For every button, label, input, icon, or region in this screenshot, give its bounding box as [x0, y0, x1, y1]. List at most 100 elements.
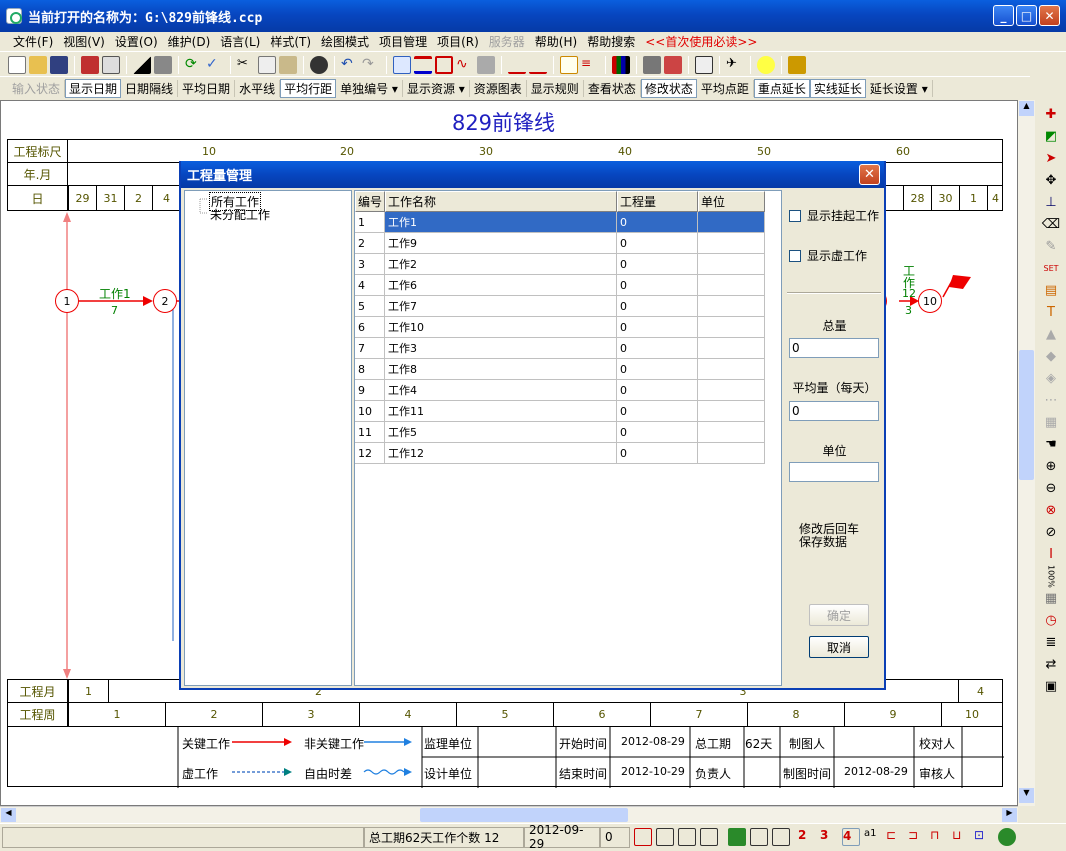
- row-name[interactable]: 工作4: [385, 380, 617, 401]
- menu-read-first[interactable]: <<首次使用必读>>: [640, 33, 762, 50]
- export-icon[interactable]: [81, 55, 99, 74]
- view-network-icon[interactable]: [634, 828, 652, 846]
- a1-icon[interactable]: a1: [864, 828, 882, 846]
- show-date-button[interactable]: 显示日期: [65, 79, 122, 98]
- red-2-icon[interactable]: 2: [798, 828, 816, 846]
- network-view-icon[interactable]: [393, 55, 411, 74]
- pen-icon[interactable]: ✎: [1041, 236, 1061, 256]
- row-id[interactable]: 2: [355, 233, 385, 254]
- network-node[interactable]: 1: [55, 289, 79, 313]
- col-header-name[interactable]: 工作名称: [385, 191, 617, 212]
- row-name[interactable]: 工作9: [385, 233, 617, 254]
- row-quantity[interactable]: 0: [617, 422, 698, 443]
- table-row[interactable]: 11 工作5 0: [355, 422, 765, 443]
- row-unit[interactable]: [698, 338, 765, 359]
- average-row-spacing-button[interactable]: 平均行距: [280, 79, 337, 98]
- row-quantity[interactable]: 0: [617, 443, 698, 464]
- fill-tool-icon[interactable]: [154, 55, 172, 74]
- row-quantity[interactable]: 0: [617, 359, 698, 380]
- row-id[interactable]: 9: [355, 380, 385, 401]
- collapse-icon[interactable]: ⊔: [952, 828, 970, 846]
- row-name[interactable]: 工作5: [385, 422, 617, 443]
- average-point-spacing-button[interactable]: 平均点距: [697, 80, 754, 97]
- row-id[interactable]: 4: [355, 275, 385, 296]
- red-3-icon[interactable]: 3: [820, 828, 838, 846]
- red-4-icon[interactable]: 4: [842, 828, 860, 846]
- curve-icon[interactable]: ∿: [456, 56, 474, 74]
- edit-icon[interactable]: [664, 55, 682, 74]
- show-rules-button[interactable]: 显示规则: [527, 80, 584, 97]
- row-unit[interactable]: [698, 275, 765, 296]
- row-unit[interactable]: [698, 254, 765, 275]
- row-name[interactable]: 工作12: [385, 443, 617, 464]
- scroll-thumb[interactable]: [420, 808, 628, 822]
- row-id[interactable]: 10: [355, 401, 385, 422]
- total-input[interactable]: 0: [789, 338, 879, 358]
- refresh-icon[interactable]: ⟳: [185, 56, 203, 74]
- menu-draw-mode[interactable]: 绘图模式: [316, 33, 374, 50]
- table-row[interactable]: 4 工作6 0: [355, 275, 765, 296]
- average-input[interactable]: 0: [789, 401, 879, 421]
- add-node-icon[interactable]: ✚: [1041, 104, 1061, 124]
- eraser-icon[interactable]: ⌫: [1041, 214, 1061, 234]
- key-extend-button[interactable]: 重点延长: [753, 79, 810, 98]
- zoom-out-icon[interactable]: ⊖: [1041, 478, 1061, 498]
- save-icon[interactable]: [50, 55, 68, 74]
- network-node[interactable]: 10: [918, 289, 942, 313]
- books-icon[interactable]: [612, 55, 630, 74]
- find-icon[interactable]: [310, 55, 328, 74]
- solid-extend-button[interactable]: 实线延长: [809, 79, 866, 98]
- maximize-button[interactable]: □: [1016, 5, 1037, 26]
- open-folder-icon[interactable]: [29, 55, 47, 74]
- hand-icon[interactable]: ☚: [1041, 434, 1061, 454]
- calendar-grid-icon[interactable]: ▦: [1041, 588, 1061, 608]
- menu-maintain[interactable]: 维护(D): [163, 33, 216, 50]
- zoom-fit-icon[interactable]: ⊗: [1041, 500, 1061, 520]
- menu-language[interactable]: 语言(L): [215, 33, 265, 50]
- table-row[interactable]: 9 工作4 0: [355, 380, 765, 401]
- scroll-up-icon[interactable]: ▲: [1019, 101, 1034, 116]
- view-split-icon[interactable]: [656, 828, 674, 846]
- chart-icon[interactable]: ▤: [1041, 280, 1061, 300]
- expand-icon[interactable]: ⊓: [930, 828, 948, 846]
- tools-icon[interactable]: [643, 55, 661, 74]
- table-row[interactable]: 12 工作12 0: [355, 443, 765, 464]
- zoom-100-icon[interactable]: 100%: [1041, 565, 1061, 588]
- align-left-icon[interactable]: ⊏: [886, 828, 904, 846]
- align-right-icon[interactable]: ⊐: [908, 828, 926, 846]
- tree-item-unassigned-work[interactable]: 未分配工作: [209, 206, 271, 223]
- table-row[interactable]: 3 工作2 0: [355, 254, 765, 275]
- row-name[interactable]: 工作3: [385, 338, 617, 359]
- undo-icon[interactable]: ↶: [341, 56, 359, 74]
- scroll-thumb[interactable]: [1019, 350, 1034, 480]
- row-id[interactable]: 3: [355, 254, 385, 275]
- move-icon[interactable]: ✥: [1041, 170, 1061, 190]
- row-id[interactable]: 6: [355, 317, 385, 338]
- grid-icon[interactable]: ▦: [1041, 412, 1061, 432]
- connect-icon[interactable]: ⊥: [1041, 192, 1061, 212]
- close-button[interactable]: ✕: [1039, 5, 1060, 26]
- table-row[interactable]: 2 工作9 0: [355, 233, 765, 254]
- menu-settings[interactable]: 设置(O): [110, 33, 163, 50]
- row-name[interactable]: 工作8: [385, 359, 617, 380]
- clock-icon[interactable]: ◷: [1041, 610, 1061, 630]
- single-numbering-dropdown[interactable]: 单独编号 ▾: [336, 80, 403, 97]
- row-id[interactable]: 5: [355, 296, 385, 317]
- date-gridline-button[interactable]: 日期隔线: [121, 80, 179, 97]
- resource-chart-button[interactable]: 资源图表: [470, 80, 527, 97]
- gantt-icon[interactable]: [414, 55, 432, 74]
- row-unit[interactable]: [698, 233, 765, 254]
- paste-icon[interactable]: [279, 55, 297, 74]
- vertical-scrollbar[interactable]: ▲ ▼: [1018, 100, 1035, 806]
- table-row[interactable]: 6 工作10 0: [355, 317, 765, 338]
- row-id[interactable]: 11: [355, 422, 385, 443]
- row-quantity[interactable]: 0: [617, 296, 698, 317]
- ok-button[interactable]: 确定: [809, 604, 869, 626]
- calendar-icon[interactable]: [695, 55, 713, 74]
- layer-icon[interactable]: ◆: [1041, 346, 1061, 366]
- row-name[interactable]: 工作6: [385, 275, 617, 296]
- view-list-icon[interactable]: [678, 828, 696, 846]
- table-view-icon[interactable]: [435, 55, 453, 74]
- table-row[interactable]: 8 工作8 0: [355, 359, 765, 380]
- node-tool-icon[interactable]: [508, 56, 526, 74]
